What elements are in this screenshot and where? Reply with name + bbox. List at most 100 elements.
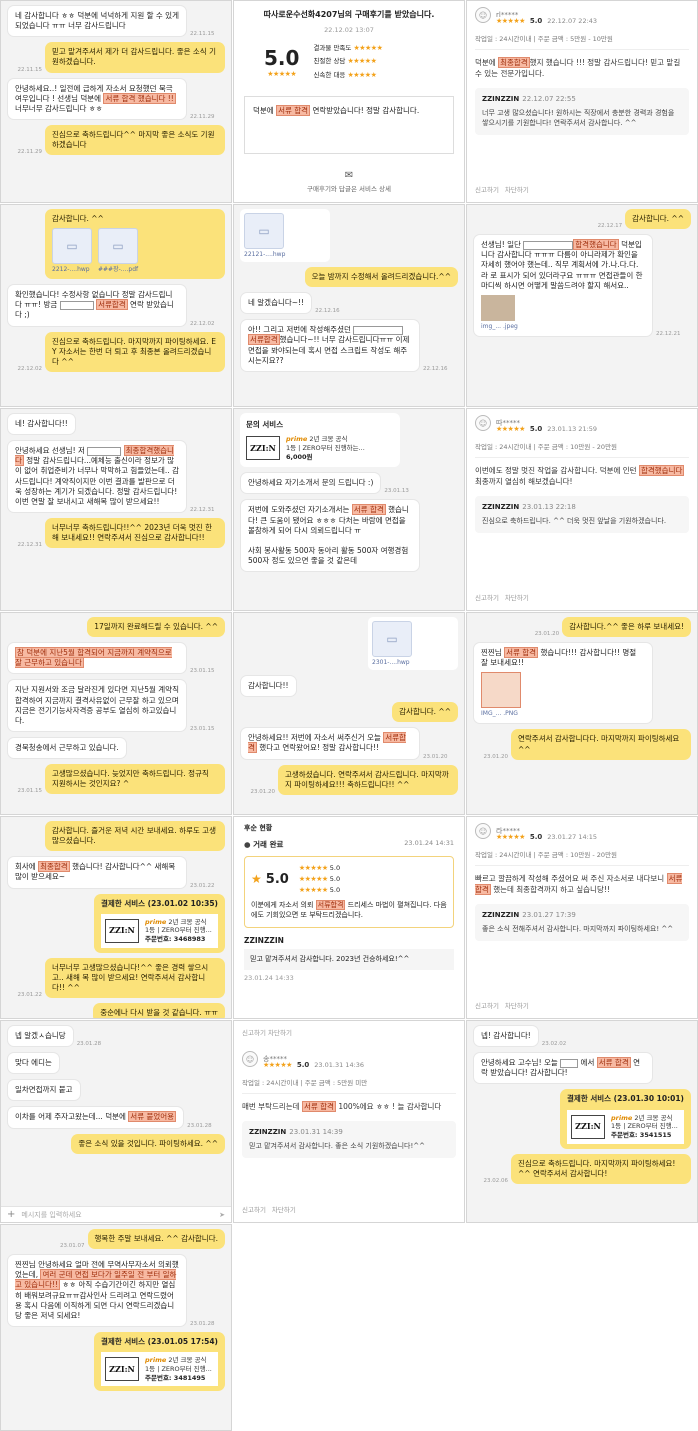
avatar: ☺ — [475, 7, 491, 23]
report-link[interactable]: 신고하기 — [475, 594, 499, 602]
block-link[interactable]: 차단하기 — [505, 594, 529, 602]
paid-service-card[interactable]: 결제한 서비스 (23.01.05 17:54) ZZI:N prime 2년 … — [94, 1331, 225, 1392]
star-rating-icon: ★★★★★ — [496, 425, 525, 433]
chat-bubble: 이차를 어제 주자고왔는데... 덕분에 서류 붙었어용 — [7, 1106, 185, 1129]
service-card[interactable]: 문의 서비스 ZZI:N prime 2년 크몽 공식 1등 | ZERO부터 진… — [240, 413, 400, 468]
chat-bubble: 선생님! 일단 합격했습니다 덕분입니다 감사합니다 ㅠㅠㅠ 다름이 아니라제가… — [473, 234, 653, 337]
chat-bubble: 일차면접까지 붙고 — [7, 1079, 81, 1102]
chat-bubble: 넵 알겠ㅅ습니당 — [7, 1025, 74, 1048]
chat-bubble: 네 감사합니다 ㅎㅎ 덕분에 넉넉하게 지원 할 수 있게 되었습니다 ㅠㅠ 너… — [7, 5, 187, 38]
chat-screenshot-6: 22.12.17 감사합니다. ^^ 선생님! 일단 합격했습니다 덕분입니다 감… — [466, 204, 698, 407]
chat-bubble: 감사합니다.^^ 좋은 하루 보내세요! — [562, 617, 691, 638]
paid-service-card[interactable]: 결제한 서비스 (23.01.30 10:01) ZZI:N prime 2년 … — [560, 1089, 691, 1149]
review-card: ☺ rl***** ★★★★★ 5.0 22.12.07 22:43 작업일 : 24… — [466, 0, 698, 203]
avatar: ☺ — [242, 1051, 258, 1067]
chat-bubble: 너무너무 축하드립니다!!^^ 2023년 더욱 멋진 한 해 보내세요!! 연… — [45, 517, 225, 549]
zzinzzin-logo: ZZI:N — [105, 1357, 140, 1382]
file-icon: ▭ — [98, 228, 138, 265]
chat-bubble: 찐찐님 서류 합격 했습니다!!! 감사합니다!! 명절 잘 보내세요!! IM… — [473, 642, 653, 725]
chat-screenshot-8: 문의 서비스 ZZI:N prime 2년 크몽 공식 1등 | ZERO부터 진… — [233, 408, 465, 611]
block-link[interactable]: 차단하기 — [505, 1002, 529, 1010]
chat-screenshot-4: 감사합니다. ^^ ▭ 2212-....hwp ▭ ###장-....pdf 확인… — [0, 204, 232, 407]
message-input-bar[interactable]: + 메시지를 입력하세요 ➤ — [1, 1206, 231, 1222]
chat-bubble: 안녕하세요..! 일전에 급하게 자소서 요청했던 북극여우입니다 ! 선생님 … — [7, 77, 187, 120]
transaction-review-card: 후순 현황 ● 거래 완료 23.01.24 14:31 ★ 5.0 ★★★★★… — [233, 816, 465, 1019]
chat-screenshot-19: 23.01.07 행복한 주말 보내세요. ^^ 감사합니다. 찐찐님 안녕하세요… — [0, 1224, 232, 1431]
star-rating-icon: ★★★★★ — [347, 57, 377, 66]
chat-screenshot-13: 감사합니다. 즐거운 저녁 시간 보내세요. 하루도 고생 많으셨습니다. 회사… — [0, 816, 232, 1019]
chat-bubble: 경북청송에서 근무하고 있습니다. — [7, 736, 127, 759]
chat-screenshot-10: 17일까지 완료해드릴 수 있습니다. ^^ 참 덕분에 지난5월 합격되어 지… — [0, 612, 232, 815]
chat-screenshot-18: 넵! 감사합니다! 23.02.02 안녕하세요 고수님! 오늘 에서 서류 합격… — [466, 1020, 698, 1223]
chat-screenshot-11: ▭ 2301-....hwp 감사합니다!! 감사합니다. ^^ 안녕하세요!! … — [233, 612, 465, 815]
block-link[interactable]: 차단하기 — [272, 1206, 296, 1214]
review-card: ☺ 라***** ★★★★★ 5.0 23.01.27 14:15 작업일 : 24시… — [466, 816, 698, 1019]
chat-bubble: 맞다 에디는 — [7, 1052, 60, 1075]
chat-bubble: 참 덕분에 지난5월 합격되어 지금까지 계약직으로 잘 근무하고 있습니다 — [7, 642, 187, 675]
paid-service-card[interactable]: 결제한 서비스 (23.01.02 10:35) ZZI:N prime 2년 … — [94, 893, 225, 953]
zzinzzin-logo: ZZI:N — [105, 918, 140, 943]
star-rating-icon: ★★★★★ — [353, 44, 383, 52]
file-icon: ▭ — [372, 621, 412, 657]
seller-reply: ZZINZZIN 23.01.31 14:39 믿고 맡겨주셔서 감사합니다. 좋… — [242, 1120, 456, 1159]
chat-bubble: 너무너무 고생많으셨습니다!^^ 좋은 경력 쌓으시고.. 새해 복 많이 받으… — [45, 957, 225, 999]
star-rating-icon: ★★★★★ — [496, 17, 525, 25]
chat-bubble: 감사합니다. ^^ — [625, 209, 691, 230]
chat-bubble: 좋은 소식 있을 것입니다. 파이팅하세요. ^^ — [71, 1133, 225, 1154]
chat-bubble: 연락주셔서 감사합니다다. 마지막까지 파이팅하세요^^ — [511, 729, 691, 760]
report-link[interactable]: 신고하기 — [242, 1206, 266, 1214]
seller-reply: ZZINZZIN 22.12.07 22:55 너무 고생 많으셨습니다! 원하시… — [475, 87, 689, 136]
chat-bubble: 넵! 감사합니다! — [473, 1025, 539, 1048]
review-text-box: 덕분에 서류 합격 연락받았습니다! 정말 감사합니다. — [244, 95, 454, 154]
chat-bubble: 고생하셨습니다. 연락주셔서 감사드립니다. 마지막까지 파이팅하세요!!! 축… — [278, 764, 458, 795]
star-rating-icon: ★★★★★ — [347, 70, 377, 79]
review-summary-card: 따사로운수선화4207님의 구매후기를 받았습니다. 22.12.02 13:0… — [233, 0, 465, 203]
review-card: 신고하기 차단하기 ☺ 송***** ★★★★★ 5.0 23.01.31 14:36… — [233, 1020, 465, 1223]
chat-bubble: 안녕하세요 자기소개서 문의 드립니다 :) — [240, 472, 382, 495]
overall-score: 5.0 — [264, 45, 300, 70]
chat-bubble: 진심으로 축하드립니다. 마지막까지 파이팅하세요. EY 자소서는 한번 더 … — [45, 331, 225, 372]
star-rating-icon: ★★★★★ — [267, 69, 297, 78]
chat-bubble: 17일까지 완료해드릴 수 있습니다. ^^ — [87, 617, 225, 638]
zzinzzin-logo: ZZI:N — [571, 1114, 606, 1139]
seller-reply: ZZINZZIN 23.01.27 17:39 좋은 소식 전해주셔서 감사합니다… — [475, 903, 689, 941]
avatar: ☺ — [475, 823, 491, 839]
image-thumbnail — [481, 294, 515, 321]
chat-screenshot-7: 네! 감사합니다!! 안녕하세요 선생님! 저 최종합격했습니다 정말 감사드립… — [0, 408, 232, 611]
chat-bubble: 감사합니다. ^^ — [392, 702, 458, 723]
review-collage: 네 감사합니다 ㅎㅎ 덕분에 넉넉하게 지원 할 수 있게 되었습니다 ㅠㅠ 너… — [0, 0, 698, 1431]
review-banner: 따사로운수선화4207님의 구매후기를 받았습니다. — [263, 10, 435, 19]
chat-screenshot-16: 넵 알겠ㅅ습니당 23.01.28 맞다 에디는 일차면접까지 붙고 이차를 어제… — [0, 1020, 232, 1223]
chat-bubble: 오늘 밤까지 수정해서 올려드리겠습니다.^^ — [304, 267, 458, 288]
chat-bubble: 찐찐님 안녕하세요 얼마 전에 무역사무자소서 의뢰했었는데, 여러 군데 면접… — [7, 1254, 187, 1327]
seller-reply: ZZINZZIN 23.01.13 22:18 진심으로 축하드립니다. ^^ 더… — [475, 495, 689, 533]
star-icon: ★ — [251, 871, 262, 886]
chat-bubble: 감사합니다. ^^ ▭ 2212-....hwp ▭ ###장-....pdf — [45, 209, 225, 280]
chat-bubble: 저번에 도와주셨던 자기소개서는 서류 합격 했습니다! 큰 도움이 됐어요 ㅎ… — [240, 499, 420, 573]
message-input[interactable]: 메시지를 입력하세요 — [21, 1210, 81, 1220]
block-link[interactable]: 차단하기 — [268, 1029, 292, 1037]
chat-bubble: 행복한 주말 보내세요. ^^ 감사합니다. — [87, 1229, 225, 1250]
chat-bubble: 믿고 맡겨주셔서 제가 더 감사드립니다. 좋은 소식 기원하겠습니다. — [45, 42, 225, 73]
chat-bubble: 안녕하세요 선생님! 저 최종합격했습니다 정말 감사드립니다...예체능 출신… — [7, 440, 187, 513]
send-icon: ➤ — [219, 1210, 225, 1219]
file-icon: ▭ — [52, 228, 92, 265]
block-link[interactable]: 차단하기 — [505, 186, 529, 194]
star-rating-icon: ★★★★★ — [263, 1061, 292, 1069]
chat-bubble: 고생많으셨습니다. 늦었지만 축하드립니다. 정규직 지원하시는 것인지요? ^ — [45, 764, 225, 795]
chat-bubble: 네! 감사합니다!! — [7, 413, 76, 436]
chat-bubble: 진심으로 축하드립니다^^ 마지막 좋은 소식도 기원하겠습니다 — [45, 124, 225, 156]
chat-screenshot-12: 23.01.20 감사합니다.^^ 좋은 하루 보내세요! 찐찐님 서류 합격 했… — [466, 612, 698, 815]
chat-bubble: 진심으로 축하드립니다. 마지막까지 파이팅하세요! ^^ 연락주셔서 감사합니… — [511, 1153, 691, 1185]
report-link[interactable]: 신고하기 — [475, 186, 499, 194]
status-badge: ● 거래 완료 — [244, 840, 284, 849]
avatar: ☺ — [475, 415, 491, 431]
chat-bubble: 아!! 그리고 저번에 작성해주셨던 서류합격 했습니다~!! 너무 감사드립니다… — [240, 319, 420, 372]
image-thumbnail — [481, 672, 521, 709]
chat-bubble: 회사에 최종합격 했습니다! 감사합니다^^ 새해복 많이 받으세요~ — [7, 856, 187, 889]
file-icon: ▭ — [244, 213, 284, 249]
report-link[interactable]: 신고하기 — [242, 1029, 266, 1037]
chat-screenshot-1: 네 감사합니다 ㅎㅎ 덕분에 넉넉하게 지원 할 수 있게 되었습니다 ㅠㅠ 너… — [0, 0, 232, 203]
chat-screenshot-5: ▭ 22121-....hwp 오늘 밤까지 수정해서 올려드리겠습니다.^^ 네… — [233, 204, 465, 407]
report-link[interactable]: 신고하기 — [475, 1002, 499, 1010]
